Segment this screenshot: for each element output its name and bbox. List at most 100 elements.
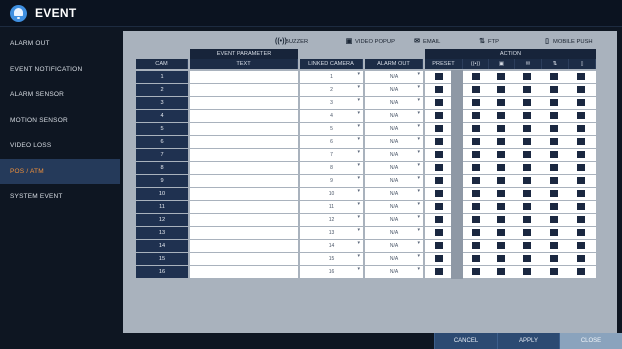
preset-button[interactable] — [435, 137, 443, 145]
ftp-checkbox[interactable] — [550, 150, 558, 158]
linked-camera-select[interactable]: 5 ▾ — [300, 122, 363, 135]
ftp-checkbox[interactable] — [550, 228, 558, 236]
email-checkbox[interactable] — [523, 85, 531, 93]
preset-button[interactable] — [435, 267, 443, 275]
mobile-push-checkbox[interactable] — [577, 85, 585, 93]
buzzer-checkbox[interactable] — [472, 137, 480, 145]
buzzer-checkbox[interactable] — [472, 241, 480, 249]
sidebar-item-video-loss[interactable]: VIDEO LOSS — [0, 133, 120, 159]
buzzer-checkbox[interactable] — [472, 254, 480, 262]
alarm-out-select[interactable]: N/A ▾ — [365, 83, 423, 96]
video-popup-checkbox[interactable] — [497, 150, 505, 158]
alarm-out-select[interactable]: N/A ▾ — [365, 70, 423, 83]
text-input[interactable] — [190, 226, 298, 239]
text-input[interactable] — [190, 239, 298, 252]
alarm-out-select[interactable]: N/A ▾ — [365, 239, 423, 252]
buzzer-checkbox[interactable] — [472, 111, 480, 119]
video-popup-checkbox[interactable] — [497, 137, 505, 145]
buzzer-checkbox[interactable] — [472, 72, 480, 80]
mobile-push-checkbox[interactable] — [577, 72, 585, 80]
alarm-out-select[interactable]: N/A ▾ — [365, 174, 423, 187]
alarm-out-select[interactable]: N/A ▾ — [365, 135, 423, 148]
buzzer-checkbox[interactable] — [472, 267, 480, 275]
ftp-checkbox[interactable] — [550, 163, 558, 171]
preset-button[interactable] — [435, 228, 443, 236]
email-checkbox[interactable] — [523, 267, 531, 275]
email-checkbox[interactable] — [523, 202, 531, 210]
buzzer-checkbox[interactable] — [472, 124, 480, 132]
video-popup-checkbox[interactable] — [497, 254, 505, 262]
sidebar-item-pos-atm[interactable]: POS / ATM — [0, 158, 120, 184]
preset-button[interactable] — [435, 176, 443, 184]
preset-button[interactable] — [435, 163, 443, 171]
linked-camera-select[interactable]: 6 ▾ — [300, 135, 363, 148]
ftp-checkbox[interactable] — [550, 85, 558, 93]
linked-camera-select[interactable]: 4 ▾ — [300, 109, 363, 122]
ftp-checkbox[interactable] — [550, 137, 558, 145]
email-checkbox[interactable] — [523, 72, 531, 80]
email-checkbox[interactable] — [523, 254, 531, 262]
linked-camera-select[interactable]: 12 ▾ — [300, 213, 363, 226]
linked-camera-select[interactable]: 13 ▾ — [300, 226, 363, 239]
preset-button[interactable] — [435, 150, 443, 158]
linked-camera-select[interactable]: 8 ▾ — [300, 161, 363, 174]
email-checkbox[interactable] — [523, 111, 531, 119]
mobile-push-checkbox[interactable] — [577, 202, 585, 210]
video-popup-checkbox[interactable] — [497, 111, 505, 119]
ftp-checkbox[interactable] — [550, 176, 558, 184]
alarm-out-select[interactable]: N/A ▾ — [365, 122, 423, 135]
text-input[interactable] — [190, 96, 298, 109]
linked-camera-select[interactable]: 3 ▾ — [300, 96, 363, 109]
alarm-out-select[interactable]: N/A ▾ — [365, 265, 423, 278]
email-checkbox[interactable] — [523, 124, 531, 132]
alarm-out-select[interactable]: N/A ▾ — [365, 109, 423, 122]
video-popup-checkbox[interactable] — [497, 72, 505, 80]
mobile-push-checkbox[interactable] — [577, 98, 585, 106]
linked-camera-select[interactable]: 2 ▾ — [300, 83, 363, 96]
ftp-checkbox[interactable] — [550, 267, 558, 275]
buzzer-checkbox[interactable] — [472, 163, 480, 171]
sidebar-item-event-notification[interactable]: EVENT NOTIFICATION — [0, 57, 120, 83]
mobile-push-checkbox[interactable] — [577, 254, 585, 262]
text-input[interactable] — [190, 148, 298, 161]
video-popup-checkbox[interactable] — [497, 176, 505, 184]
linked-camera-select[interactable]: 9 ▾ — [300, 174, 363, 187]
ftp-checkbox[interactable] — [550, 124, 558, 132]
preset-button[interactable] — [435, 189, 443, 197]
close-button[interactable]: CLOSE — [559, 333, 622, 349]
alarm-out-select[interactable]: N/A ▾ — [365, 187, 423, 200]
email-checkbox[interactable] — [523, 98, 531, 106]
video-popup-checkbox[interactable] — [497, 202, 505, 210]
text-input[interactable] — [190, 109, 298, 122]
mobile-push-checkbox[interactable] — [577, 241, 585, 249]
mobile-push-checkbox[interactable] — [577, 228, 585, 236]
buzzer-checkbox[interactable] — [472, 215, 480, 223]
mobile-push-checkbox[interactable] — [577, 150, 585, 158]
mobile-push-checkbox[interactable] — [577, 189, 585, 197]
ftp-checkbox[interactable] — [550, 202, 558, 210]
email-checkbox[interactable] — [523, 163, 531, 171]
sidebar-item-system-event[interactable]: SYSTEM EVENT — [0, 184, 120, 210]
alarm-out-select[interactable]: N/A ▾ — [365, 96, 423, 109]
text-input[interactable] — [190, 70, 298, 83]
column-mobile-push[interactable]: ▯ — [569, 59, 596, 69]
linked-camera-select[interactable]: 11 ▾ — [300, 200, 363, 213]
buzzer-checkbox[interactable] — [472, 228, 480, 236]
column-buzzer[interactable]: ((•)) — [463, 59, 489, 69]
preset-button[interactable] — [435, 215, 443, 223]
preset-button[interactable] — [435, 111, 443, 119]
ftp-checkbox[interactable] — [550, 189, 558, 197]
video-popup-checkbox[interactable] — [497, 163, 505, 171]
text-input[interactable] — [190, 174, 298, 187]
mobile-push-checkbox[interactable] — [577, 176, 585, 184]
email-checkbox[interactable] — [523, 241, 531, 249]
alarm-out-select[interactable]: N/A ▾ — [365, 200, 423, 213]
linked-camera-select[interactable]: 15 ▾ — [300, 252, 363, 265]
video-popup-checkbox[interactable] — [497, 267, 505, 275]
alarm-out-select[interactable]: N/A ▾ — [365, 148, 423, 161]
video-popup-checkbox[interactable] — [497, 215, 505, 223]
text-input[interactable] — [190, 252, 298, 265]
mobile-push-checkbox[interactable] — [577, 267, 585, 275]
buzzer-checkbox[interactable] — [472, 202, 480, 210]
buzzer-checkbox[interactable] — [472, 176, 480, 184]
